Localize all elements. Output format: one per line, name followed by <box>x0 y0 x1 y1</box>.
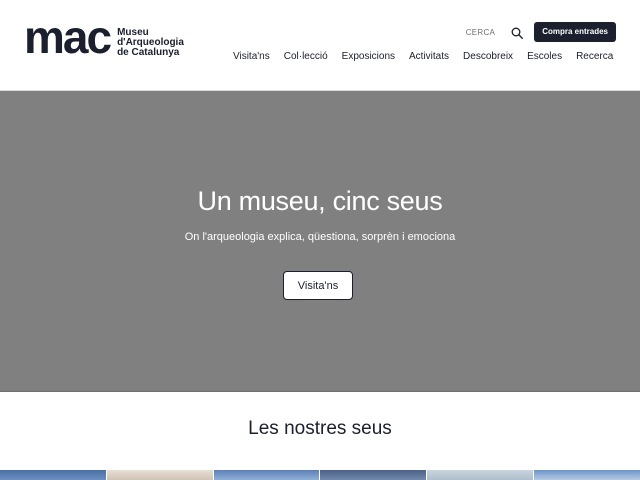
site-card-image[interactable] <box>534 470 640 480</box>
site-card-image[interactable] <box>320 470 428 480</box>
nav-item-descobreix[interactable]: Descobreix <box>463 51 513 63</box>
search-icon[interactable] <box>511 26 524 39</box>
search-link[interactable]: CERCA <box>466 28 496 37</box>
sites-section-title: Les nostres seus <box>248 418 392 439</box>
nav-item-recerca[interactable]: Recerca <box>576 51 613 63</box>
hero-banner: Un museu, cinc seus On l'arqueologia exp… <box>0 91 640 392</box>
logo-wordmark: Museu d'Arqueologia de Catalunya <box>117 28 184 58</box>
hero-subtitle: On l'arqueologia explica, qüestiona, sor… <box>184 231 456 243</box>
nav-item-colleccio[interactable]: Col·lecció <box>284 51 328 63</box>
site-card-image[interactable] <box>106 470 214 480</box>
nav-item-activitats[interactable]: Activitats <box>409 51 449 63</box>
site-card-image[interactable] <box>427 470 535 480</box>
mac-logo[interactable]: mac Museu d'Arqueologia de Catalunya <box>24 14 184 64</box>
nav-item-exposicions[interactable]: Exposicions <box>342 51 395 63</box>
site-card-image[interactable] <box>0 470 107 480</box>
visit-us-button[interactable]: Visita'ns <box>283 271 353 300</box>
logo-line-3: de Catalunya <box>117 47 180 58</box>
site-header: mac Museu d'Arqueologia de Catalunya CER… <box>0 0 640 91</box>
nav-item-escoles[interactable]: Escoles <box>527 51 562 63</box>
buy-tickets-button[interactable]: Compra entrades <box>534 22 616 42</box>
hero-title: Un museu, cinc seus <box>197 186 443 216</box>
site-card-image[interactable] <box>213 470 321 480</box>
page: mac Museu d'Arqueologia de Catalunya CER… <box>0 0 640 480</box>
utility-bar: CERCA Compra entrades <box>466 22 616 42</box>
main-nav: Visita'ns Col·lecció Exposicions Activit… <box>233 51 613 63</box>
logo-mark: mac <box>24 11 112 63</box>
sites-carousel <box>0 470 640 480</box>
nav-item-visitans[interactable]: Visita'ns <box>233 51 270 63</box>
